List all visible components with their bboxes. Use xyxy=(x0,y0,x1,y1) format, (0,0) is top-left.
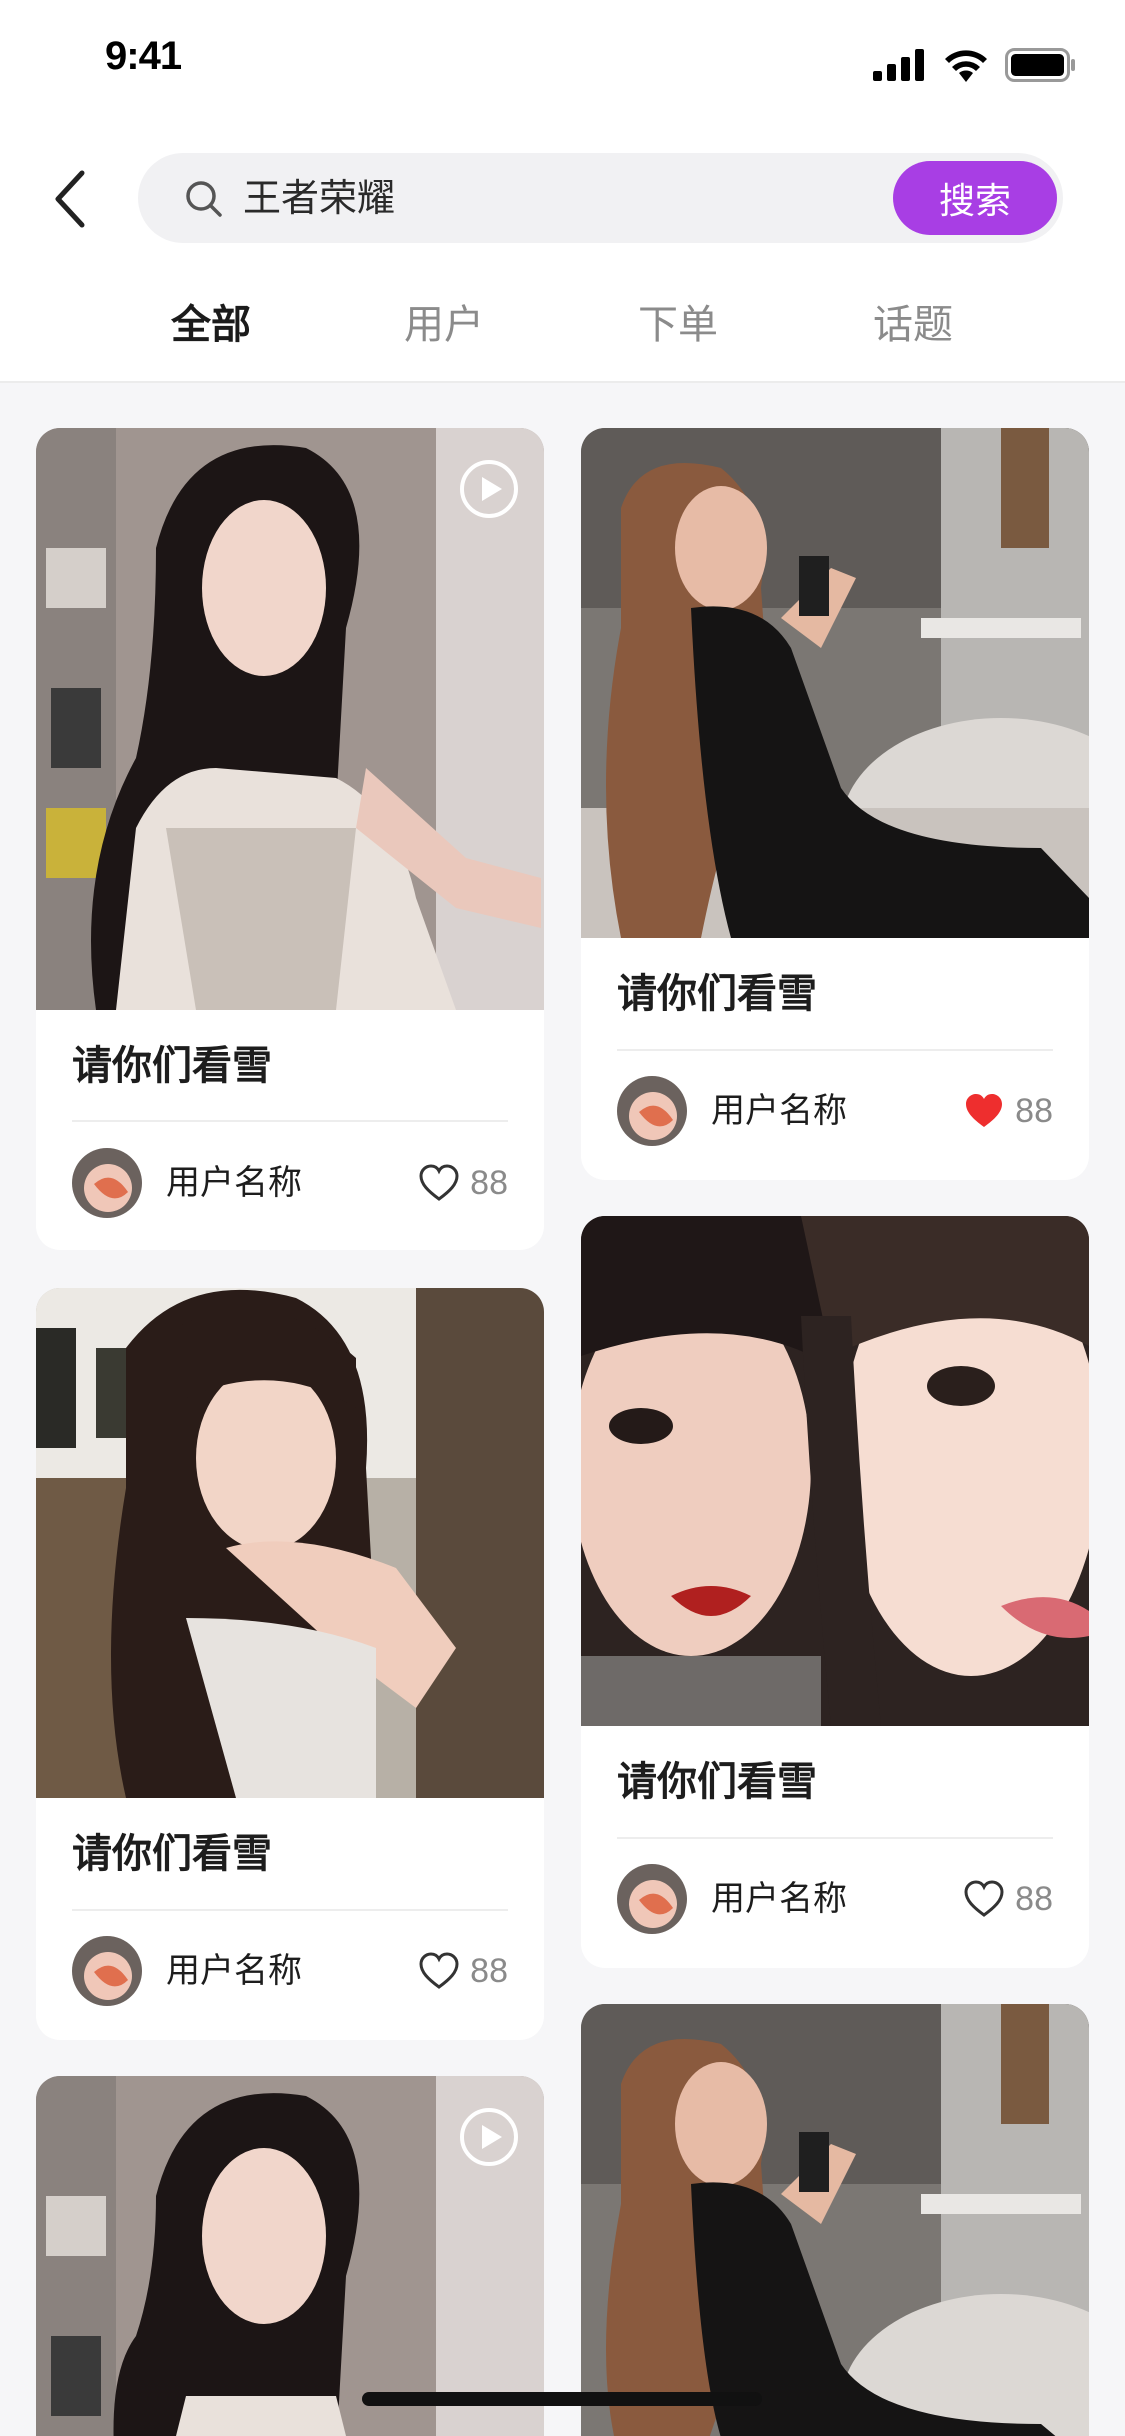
like-button[interactable]: 88 xyxy=(963,1089,1053,1133)
heart-outline-icon xyxy=(419,1164,459,1201)
heart-outline-icon xyxy=(419,1952,459,1989)
user-name[interactable]: 用户名称 xyxy=(166,1949,302,1993)
like-button[interactable]: 88 xyxy=(418,1161,508,1205)
back-button[interactable] xyxy=(44,165,96,233)
divider xyxy=(72,1909,508,1911)
post-image[interactable] xyxy=(36,1288,544,1798)
post-title: 请你们看雪 xyxy=(72,1043,272,1089)
post-image[interactable] xyxy=(581,1216,1089,1726)
status-icons xyxy=(873,48,1077,82)
tab-all[interactable]: 全部 xyxy=(131,290,291,360)
search-bar[interactable]: 王者荣耀 搜索 xyxy=(138,153,1063,243)
avatar[interactable] xyxy=(617,1076,687,1146)
avatar[interactable] xyxy=(72,1148,142,1218)
like-count: 88 xyxy=(470,1164,508,1202)
post-title: 请你们看雪 xyxy=(617,971,817,1017)
post-card[interactable]: 请你们看雪 用户名称 88 xyxy=(581,1216,1089,1968)
tab-topics[interactable]: 话题 xyxy=(833,290,993,360)
tab-users[interactable]: 用户 xyxy=(364,290,524,360)
user-name[interactable]: 用户名称 xyxy=(711,1877,847,1921)
battery-icon xyxy=(1005,48,1075,82)
search-button[interactable]: 搜索 xyxy=(893,161,1057,235)
post-title: 请你们看雪 xyxy=(617,1759,817,1805)
header: 9:41 王者荣耀 搜索 全部 用户 下单 话题 xyxy=(0,0,1125,383)
user-name[interactable]: 用户名称 xyxy=(166,1161,302,1205)
signal-icon xyxy=(873,49,924,81)
like-button[interactable]: 88 xyxy=(963,1877,1053,1921)
post-image[interactable] xyxy=(36,2076,544,2436)
like-button[interactable]: 88 xyxy=(418,1949,508,1993)
heart-filled-icon xyxy=(966,1094,1003,1127)
like-count: 88 xyxy=(1015,1880,1053,1918)
divider xyxy=(72,1120,508,1122)
play-icon[interactable] xyxy=(458,458,520,520)
avatar[interactable] xyxy=(617,1864,687,1934)
post-title: 请你们看雪 xyxy=(72,1831,272,1877)
search-icon xyxy=(186,181,222,217)
post-card[interactable]: 请你们看雪 用户名称 88 xyxy=(581,428,1089,1180)
tab-orders[interactable]: 下单 xyxy=(598,290,758,360)
post-image[interactable] xyxy=(36,428,544,1010)
play-icon[interactable] xyxy=(458,2106,520,2168)
post-card[interactable] xyxy=(36,2076,544,2436)
post-image[interactable] xyxy=(581,2004,1089,2436)
heart-outline-icon xyxy=(964,1880,1004,1917)
user-name[interactable]: 用户名称 xyxy=(711,1089,847,1133)
like-count: 88 xyxy=(470,1952,508,1990)
post-card[interactable]: 请你们看雪 用户名称 88 xyxy=(36,1288,544,2040)
wifi-icon xyxy=(945,50,987,82)
post-image[interactable] xyxy=(581,428,1089,938)
status-time: 9:41 xyxy=(105,34,182,78)
tab-bar: 全部 用户 下单 话题 xyxy=(0,290,1125,360)
avatar[interactable] xyxy=(72,1936,142,2006)
divider xyxy=(617,1837,1053,1839)
search-input[interactable]: 王者荣耀 xyxy=(243,174,395,222)
search-results-screen: 9:41 王者荣耀 搜索 全部 用户 下单 话题 请你们看雪 用户名称 88 请… xyxy=(0,0,1125,2436)
post-card[interactable]: 请你们看雪 用户名称 88 xyxy=(36,428,544,1250)
divider xyxy=(617,1049,1053,1051)
like-count: 88 xyxy=(1015,1092,1053,1130)
post-card[interactable] xyxy=(581,2004,1089,2436)
home-indicator[interactable] xyxy=(362,2392,762,2406)
chevron-left-icon xyxy=(55,170,85,228)
